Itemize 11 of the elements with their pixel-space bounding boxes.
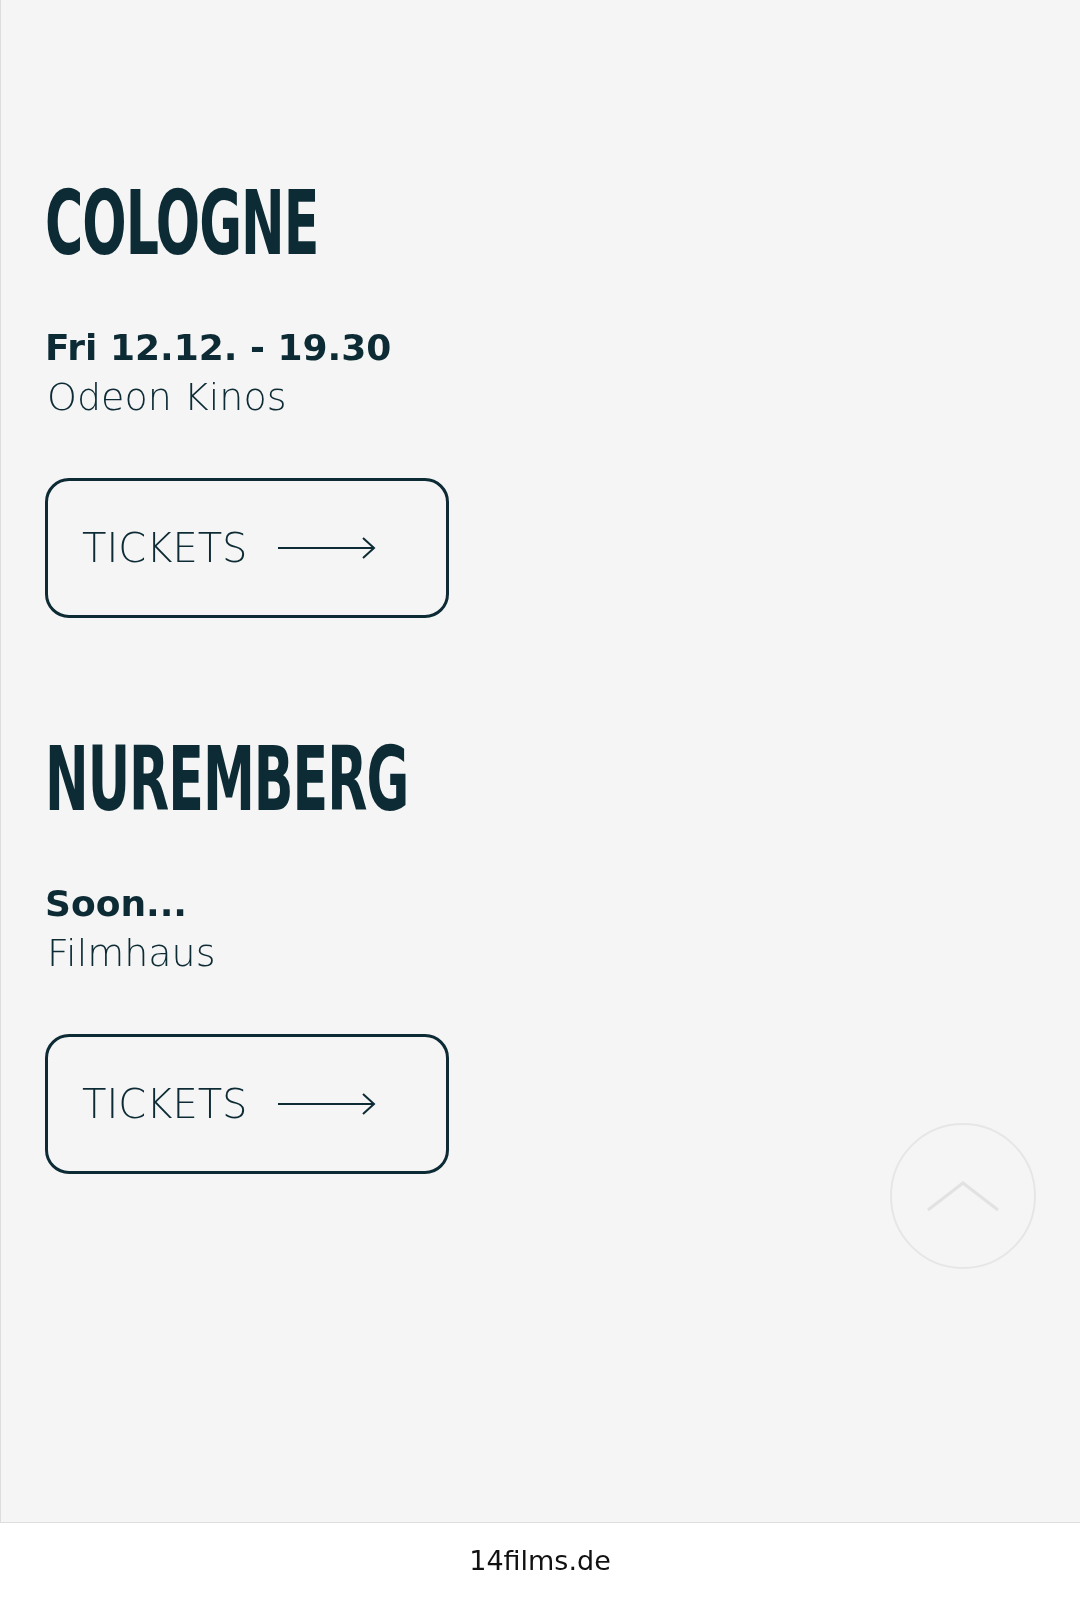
screening-date: Soon... xyxy=(45,882,189,926)
tickets-button[interactable]: TICKETS xyxy=(45,478,449,619)
venue-name: Odeon Kinos xyxy=(47,374,288,422)
screening-date: Fri 12.12. - 19.30 xyxy=(45,326,393,370)
city-heading: NUREMBERG xyxy=(45,734,409,824)
city-heading: COLOGNE xyxy=(45,178,319,268)
url-text: 14films.de xyxy=(469,1543,611,1578)
arrow-icon xyxy=(277,1093,376,1116)
arrow-icon xyxy=(277,537,376,560)
venue-name: Filmhaus xyxy=(47,930,217,978)
tickets-button[interactable]: TICKETS xyxy=(45,1034,449,1175)
